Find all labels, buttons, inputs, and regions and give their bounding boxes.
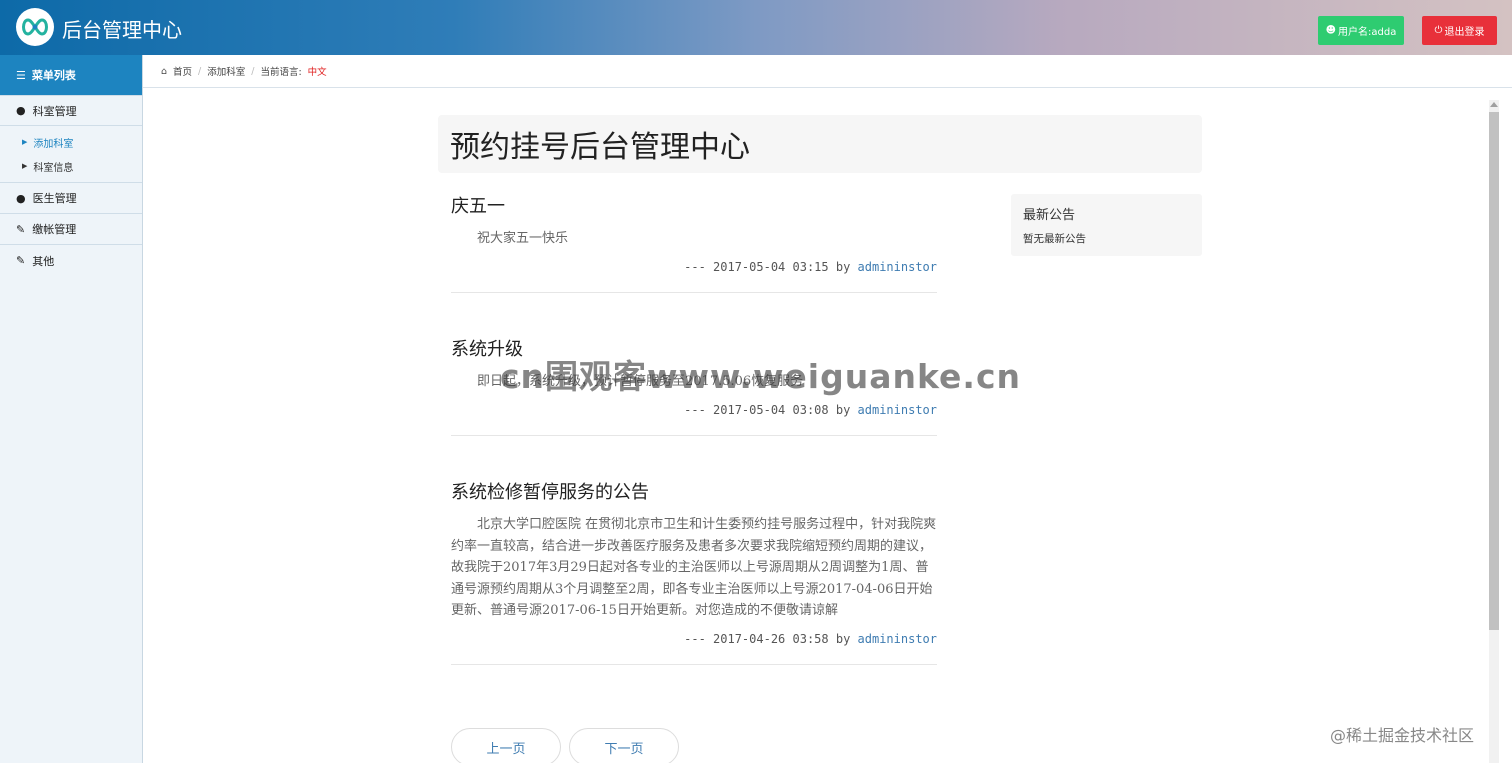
watermark-text: cn围观客www.weiguanke.cn	[500, 357, 1022, 396]
sidebar-title: 菜单列表	[31, 69, 76, 82]
post-item: 庆五一 祝大家五一快乐 --- 2017-05-04 03:15 by admi…	[451, 192, 937, 293]
scroll-up-icon[interactable]	[1490, 102, 1498, 107]
post-title: 系统检修暂停服务的公告	[451, 482, 649, 503]
post-date: --- 2017-04-26 03:58 by	[684, 631, 858, 646]
next-page-button[interactable]: 下一页	[569, 728, 679, 763]
post-title: 庆五一	[451, 196, 505, 217]
sidebar: ☰ 菜单列表 ● 科室管理 ▶ 添加科室 ▶ 科室信息 ● 医生管理 ✎ 缴帐管…	[0, 55, 143, 763]
edit-icon: ✎	[16, 254, 26, 267]
notice-text: 暂无最新公告	[1023, 233, 1086, 245]
sidebar-subitem-label: 科室信息	[33, 162, 74, 174]
breadcrumb-home[interactable]: 首页	[173, 64, 192, 78]
username-label: 用户名:adda	[1338, 27, 1397, 38]
notice-title: 最新公告	[1023, 208, 1076, 223]
power-icon: ⏻	[1434, 25, 1443, 36]
sidebar-item-other[interactable]: ✎ 其他	[0, 245, 142, 276]
logout-button[interactable]: ⏻ 退出登录	[1422, 16, 1497, 45]
post-item: 系统检修暂停服务的公告 北京大学口腔医院 在贯彻北京市卫生和计生委预约挂号服务过…	[451, 478, 937, 665]
logout-label: 退出登录	[1444, 27, 1485, 38]
prev-page-button[interactable]: 上一页	[451, 728, 561, 763]
sidebar-item-billing[interactable]: ✎ 缴帐管理	[0, 214, 142, 245]
sidebar-item-label: 医生管理	[32, 192, 77, 205]
post-body: 祝大家五一快乐	[477, 231, 569, 246]
post-date: --- 2017-05-04 03:08 by	[684, 402, 858, 417]
post-body: 北京大学口腔医院 在贯彻北京市卫生和计生委预约挂号服务过程中，针对我院爽约率一直…	[451, 517, 937, 618]
breadcrumb-separator: /	[198, 65, 202, 77]
user-icon: ●	[16, 191, 26, 205]
user-icon: ☻	[1325, 25, 1337, 36]
sidebar-item-label: 缴帐管理	[32, 223, 77, 236]
sidebar-item-label: 科室管理	[32, 104, 77, 118]
post-author-link[interactable]: admininstor	[858, 403, 937, 417]
logo-icon	[22, 18, 48, 36]
sidebar-item-department[interactable]: ● 科室管理	[0, 95, 142, 126]
post-meta: --- 2017-04-26 03:58 by admininstor	[451, 632, 937, 646]
page-title: 预约挂号后台管理中心	[438, 115, 1202, 173]
scrollbar-thumb[interactable]	[1489, 112, 1499, 630]
sidebar-item-doctor[interactable]: ● 医生管理	[0, 183, 142, 214]
sidebar-submenu: ▶ 添加科室 ▶ 科室信息	[0, 126, 142, 183]
sidebar-item-label: 其他	[32, 254, 55, 268]
breadcrumb-separator: /	[251, 65, 255, 77]
post-meta: --- 2017-05-04 03:08 by admininstor	[451, 403, 937, 417]
language-value: 中文	[307, 67, 327, 78]
breadcrumb-current[interactable]: 添加科室	[207, 64, 245, 78]
username-button[interactable]: ☻ 用户名:adda	[1318, 16, 1404, 45]
sidebar-subitem-department-info[interactable]: ▶ 科室信息	[0, 154, 142, 178]
post-meta: --- 2017-05-04 03:15 by admininstor	[451, 260, 937, 274]
post-divider	[451, 291, 937, 293]
pagination: 上一页 下一页	[451, 728, 679, 763]
caret-right-icon: ▶	[22, 138, 28, 146]
edit-icon: ✎	[16, 222, 26, 236]
notice-panel: 最新公告 暂无最新公告	[1011, 194, 1202, 256]
caret-right-icon: ▶	[22, 162, 28, 170]
breadcrumb: ⌂ 首页 / 添加科室 / 当前语言: 中文	[143, 55, 1512, 88]
post-author-link[interactable]: admininstor	[858, 632, 937, 646]
home-icon: ⌂	[161, 65, 168, 77]
post-divider	[451, 663, 937, 665]
app-logo	[16, 8, 54, 46]
credit-watermark: @稀土掘金技术社区	[1330, 726, 1475, 745]
top-header: 后台管理中心 ☻ 用户名:adda ⏻ 退出登录	[0, 0, 1512, 55]
sidebar-subitem-label: 添加科室	[33, 138, 74, 150]
post-author-link[interactable]: admininstor	[858, 260, 937, 274]
brand-title: 后台管理中心	[62, 18, 182, 42]
sidebar-header: ☰ 菜单列表	[0, 55, 142, 95]
post-date: --- 2017-05-04 03:15 by	[684, 259, 858, 274]
language-prefix: 当前语言:	[260, 67, 302, 78]
post-divider	[451, 434, 937, 436]
list-icon: ☰	[16, 68, 26, 82]
sidebar-subitem-add-department[interactable]: ▶ 添加科室	[0, 130, 142, 154]
user-icon: ●	[16, 104, 26, 117]
